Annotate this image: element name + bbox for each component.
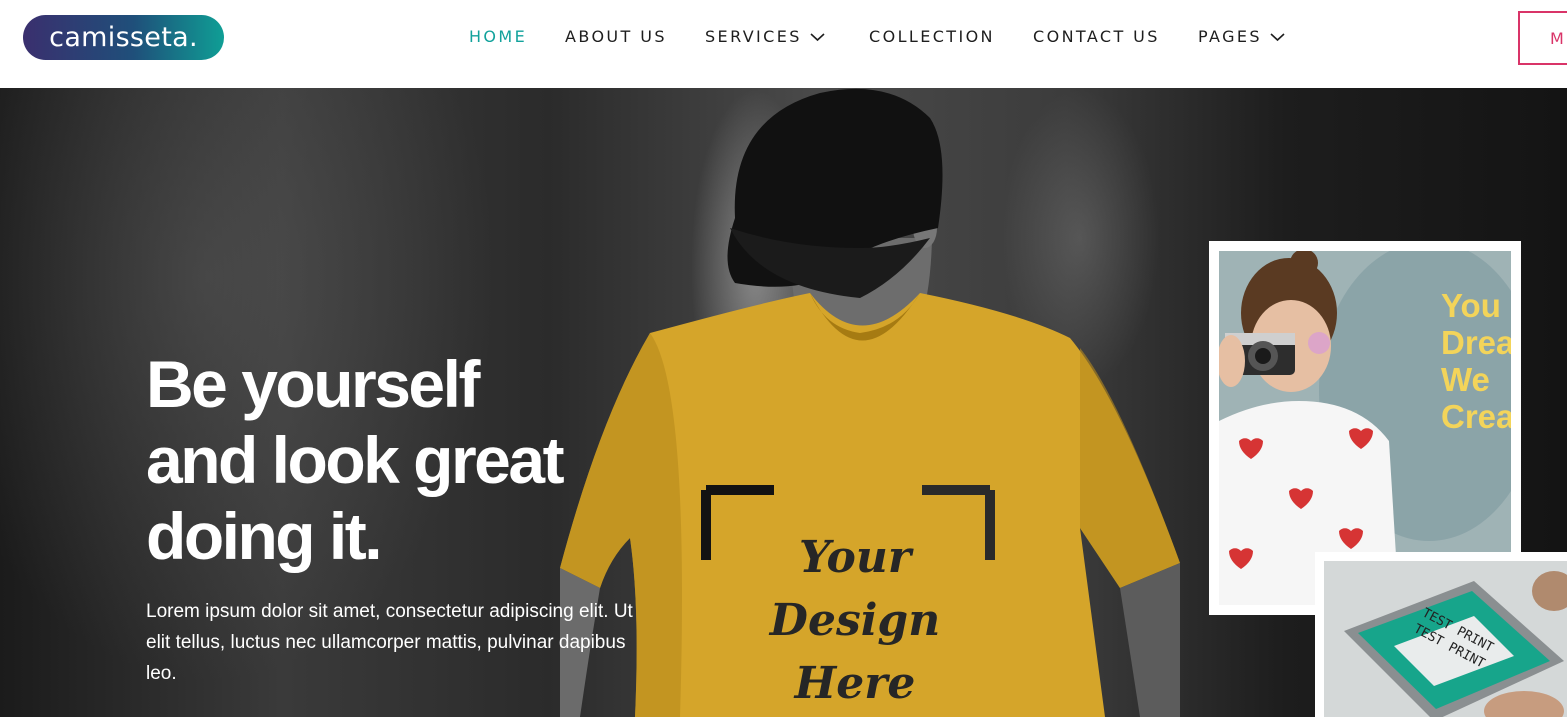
card1-slogan-line: We bbox=[1441, 361, 1490, 398]
header-cta-label: M bbox=[1550, 28, 1566, 48]
card1-slogan-line: Create I bbox=[1441, 398, 1511, 435]
nav-home-label: HOME bbox=[469, 27, 528, 46]
photo-card-screen-print: TEST PRINT TEST PRINT bbox=[1315, 552, 1567, 717]
header-cta-button[interactable]: M bbox=[1518, 11, 1567, 65]
shirt-print-line: Your bbox=[798, 532, 912, 583]
card1-slogan: You Dream I We Create I bbox=[1441, 287, 1511, 435]
nav-home[interactable]: HOME bbox=[469, 27, 527, 46]
nav-collection[interactable]: COLLECTION bbox=[869, 27, 995, 46]
nav-contact-us[interactable]: CONTACT US bbox=[1033, 27, 1160, 46]
card1-slogan-line: Dream I bbox=[1441, 324, 1511, 361]
shirt-print-line: Here bbox=[794, 658, 916, 709]
card1-slogan-line: You bbox=[1441, 287, 1501, 324]
nav-pages[interactable]: PAGES bbox=[1198, 27, 1285, 46]
shirt-print: Your Design Here bbox=[760, 526, 950, 715]
site-header: camisseta. HOME ABOUT US SERVICES COLLEC… bbox=[0, 0, 1567, 88]
nav-collection-label: COLLECTION bbox=[869, 27, 995, 46]
hero-section: Your Design Here Be yourself and look gr… bbox=[0, 88, 1567, 717]
chevron-down-icon bbox=[810, 32, 825, 41]
hero-headline-line: and look great bbox=[146, 423, 565, 497]
nav-about-us-label: ABOUT US bbox=[565, 27, 667, 46]
hero-headline-line: Be yourself bbox=[146, 347, 480, 421]
shirt-print-line: Design bbox=[769, 595, 941, 646]
hero-subtext: Lorem ipsum dolor sit amet, consectetur … bbox=[146, 601, 633, 684]
nav-about-us[interactable]: ABOUT US bbox=[565, 27, 667, 46]
nav-pages-label: PAGES bbox=[1198, 27, 1262, 46]
chevron-down-icon bbox=[1270, 32, 1285, 41]
hero-headline-line: doing it. bbox=[146, 499, 383, 573]
screen-print-image: TEST PRINT TEST PRINT bbox=[1324, 561, 1567, 717]
nav-contact-us-label: CONTACT US bbox=[1033, 27, 1160, 46]
hero-headline: Be yourself and look great doing it. bbox=[146, 346, 565, 574]
main-nav: HOME ABOUT US SERVICES COLLECTION CONTAC… bbox=[0, 0, 1567, 74]
nav-services[interactable]: SERVICES bbox=[705, 27, 825, 46]
nav-services-label: SERVICES bbox=[705, 27, 802, 46]
